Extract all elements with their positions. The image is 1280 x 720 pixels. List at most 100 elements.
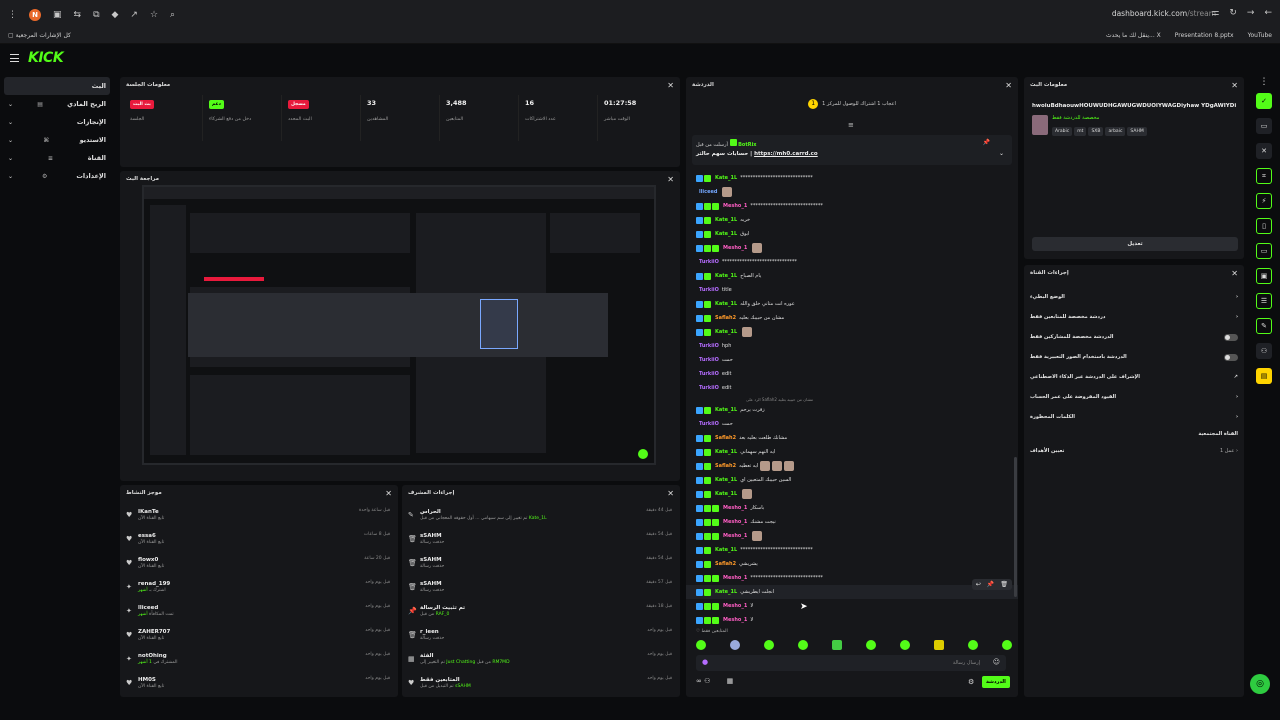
forward-icon[interactable]: ← <box>1264 8 1272 18</box>
heart-icon: ♥ <box>126 631 133 639</box>
emote-icon[interactable] <box>900 640 910 650</box>
reload-icon[interactable]: ↻ <box>1229 8 1237 18</box>
reply-icon[interactable]: ↩ <box>976 581 981 588</box>
people-icon[interactable]: ⚇ <box>704 677 710 685</box>
sidebar-item-monetization[interactable]: ⌄ ▤ الربح المادي <box>4 95 110 113</box>
close-icon[interactable]: ✕ <box>1256 143 1272 159</box>
toggle-switch[interactable] <box>1224 333 1238 341</box>
bookmark-x[interactable]: ينقل لك ما يحدث... X <box>1106 32 1161 39</box>
lightning-icon[interactable]: ⚡ <box>1256 193 1272 209</box>
phone-icon[interactable]: ▯ <box>1256 218 1272 234</box>
mod-tool-account-age[interactable]: القيود المفروضة على عمر الحساب › <box>1024 387 1244 407</box>
wrench-icon[interactable]: ✎ <box>1256 318 1272 334</box>
emote-icon[interactable] <box>798 640 808 650</box>
gear-icon[interactable]: ⚙ <box>968 678 974 686</box>
sidebar-item-stream[interactable]: البث <box>4 77 110 95</box>
activity-feed-panel: موجز النشاط ✕ ♥ IKanTe تابع القناة الآن قبل… <box>120 485 398 697</box>
mod-tool-slow-mode[interactable]: الوضع البطيء › <box>1024 287 1244 307</box>
close-icon[interactable]: ✕ <box>385 489 392 498</box>
send-chat-button[interactable]: الدردشة <box>982 676 1010 688</box>
trash-icon[interactable]: 🗑 <box>1000 581 1008 588</box>
hamburger-menu-icon[interactable] <box>10 54 19 62</box>
chat-message: Kate_1L خربه <box>686 213 1018 227</box>
close-icon[interactable]: ✕ <box>667 175 674 184</box>
star-icon[interactable]: ☆ <box>150 10 158 20</box>
emote-icon[interactable] <box>730 640 740 650</box>
list-icon[interactable]: ☰ <box>1256 293 1272 309</box>
diamond-icon[interactable]: ◆ <box>112 10 119 20</box>
session-info-panel: معلومات الجلسة ✕ بث البث الجلسة دعم دخل من… <box>120 77 680 167</box>
emote-icon[interactable] <box>696 640 706 650</box>
emote-icon[interactable] <box>1002 640 1012 650</box>
search-icon[interactable]: ⌕ <box>170 10 175 20</box>
link-icon[interactable]: ∞ <box>696 677 702 685</box>
external-link-icon: ↗ <box>1233 374 1238 380</box>
users-icon[interactable]: ⚇ <box>1256 343 1272 359</box>
help-icon[interactable]: ◎ <box>1250 674 1270 694</box>
mod-tool-emote-only[interactable]: الدردشة باستخدام الصور التعبيرية فقط <box>1024 347 1244 367</box>
mod-actions-panel: إجراءات المشرف ✕ ✎ الحراس تم تغيير إلى سم … <box>402 485 680 697</box>
menu-icon[interactable]: ⋮ <box>8 10 17 20</box>
bookmark-youtube[interactable]: YouTube <box>1248 32 1272 39</box>
chevron-down-icon[interactable]: ⌄ <box>999 150 1004 157</box>
emoji-icon[interactable]: ☺ <box>993 658 1000 666</box>
list-item: 🗑 sSAHM حذفت رسالة قبل 57 دقيقة <box>408 580 672 593</box>
kick-logo[interactable]: KICK <box>28 50 64 66</box>
more-icon[interactable]: ⋮ <box>1252 77 1276 87</box>
emote-icon[interactable] <box>934 640 944 650</box>
sidebar-item-achievements[interactable]: ⌄ الإنجازات <box>4 113 110 131</box>
bookmark-presentation[interactable]: Presentation 8.pptx <box>1175 32 1234 39</box>
chat-message: Kate_1L <box>686 487 1018 501</box>
chat-message-hovered[interactable]: Kate_1L انجلت ايطريشي <box>686 585 1018 599</box>
mod-tool-followers-only[interactable]: دردشة مخصصة للمتابعين فقط › <box>1024 307 1244 327</box>
toggle-switch[interactable] <box>1224 353 1238 361</box>
emote-icon[interactable] <box>764 640 774 650</box>
emote-icon[interactable] <box>866 640 876 650</box>
check-icon[interactable]: ✓ <box>1256 93 1272 109</box>
sidebar-item-studio[interactable]: ⌄ ⌘ الاستديو <box>4 131 110 149</box>
address-bar[interactable]: dashboard.kick.com/stream <box>1112 9 1216 18</box>
back-icon[interactable]: → <box>1247 8 1255 18</box>
mic-icon[interactable]: ● <box>702 658 708 666</box>
mod-tool-ai-moderation[interactable]: الإشراف على الدردشة عبر الذكاء الاصطناعي… <box>1024 367 1244 387</box>
close-icon[interactable]: ✕ <box>667 81 674 90</box>
stat-recorded: مسجل البث المحدد <box>282 95 361 141</box>
chat-panel: الدردشة ✕ 1 اعجاب 1 اشتراك للوصول للمركز … <box>686 77 1018 697</box>
pin-icon[interactable]: 📌 <box>983 139 990 146</box>
sidebar-item-settings[interactable]: ⌄ ⚙ الإعدادات <box>4 167 110 185</box>
scroll-top-icon[interactable]: ≡ <box>848 121 854 129</box>
emote-icon[interactable] <box>968 640 978 650</box>
page-settings-icon[interactable]: ⚌ <box>1211 8 1219 18</box>
profile-avatar[interactable]: N <box>29 9 41 21</box>
crop-icon[interactable]: ⌗ <box>1256 168 1272 184</box>
edit-stream-button[interactable]: تعديل <box>1032 237 1238 251</box>
emote-icon[interactable] <box>832 640 842 650</box>
chat-input[interactable]: ● إرسال رسالة ☺ <box>696 655 1006 671</box>
heart-icon: ♥ <box>408 679 415 687</box>
mod-tool-set-goals[interactable]: تعيين الأهداف عمل 1 › <box>1024 441 1244 461</box>
stream-preview-video[interactable] <box>142 185 656 465</box>
pinned-link[interactable]: https://mh0.carrd.co <box>754 151 818 157</box>
close-icon[interactable]: ✕ <box>1231 269 1238 278</box>
chat-message: Kate_1L ابوق <box>686 227 1018 241</box>
mod-tool-banned-words[interactable]: الكلمات المحظورة › <box>1024 407 1244 427</box>
extensions-icon[interactable]: ⇆ <box>74 10 82 20</box>
calendar-icon[interactable]: ▦ <box>727 677 734 685</box>
sidebar-icon[interactable]: ▣ <box>53 10 62 20</box>
close-icon[interactable]: ✕ <box>1231 81 1238 90</box>
chat-icon[interactable]: ▭ <box>1256 243 1272 259</box>
pin-icon[interactable]: 📌 <box>987 581 994 588</box>
bookmarks-all[interactable]: ▢ كل الإشارات المرجعية <box>8 32 71 39</box>
share-icon[interactable]: ↗ <box>130 10 138 20</box>
mod-tool-subscribers-only[interactable]: الدردشة مخصصة للمشاركين فقط <box>1024 327 1244 347</box>
sidebar-item-channel[interactable]: ⌄ ≡ القناة <box>4 149 110 167</box>
close-icon[interactable]: ✕ <box>1005 81 1012 90</box>
chevron-down-icon: ⌄ <box>8 100 14 108</box>
layout-icon[interactable]: ▭ <box>1256 118 1272 134</box>
note-icon[interactable]: ▤ <box>1256 368 1272 384</box>
close-icon[interactable]: ✕ <box>667 489 674 498</box>
chevron-right-icon: › <box>1235 414 1238 420</box>
chat-scrollbar[interactable] <box>1014 457 1017 597</box>
tab-icon[interactable]: ⧉ <box>93 10 99 20</box>
video-icon[interactable]: ▣ <box>1256 268 1272 284</box>
